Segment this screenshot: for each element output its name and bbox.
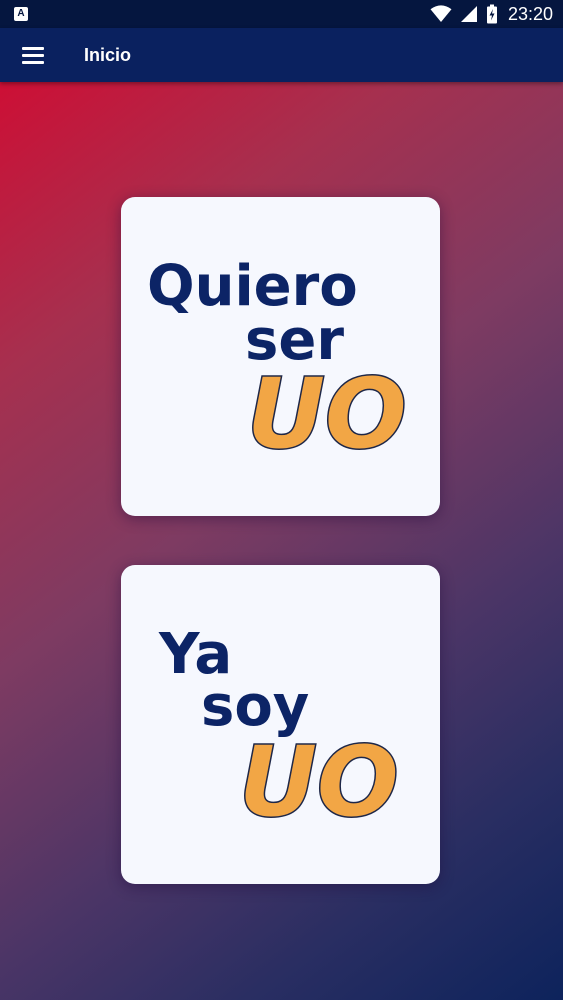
main-content: Quiero ser UO Ya soy UO (0, 82, 563, 1000)
quiero-ser-uo-card[interactable]: Quiero ser UO (121, 197, 440, 516)
status-bar: A 23:20 (0, 0, 563, 28)
status-time: 23:20 (507, 3, 553, 24)
cell-signal-icon (460, 6, 477, 22)
status-right: 23:20 (430, 0, 553, 28)
uo-logo-text: UO (247, 358, 407, 470)
menu-button[interactable] (12, 35, 52, 75)
app-bar: Inicio (0, 28, 563, 82)
ya-soy-uo-artwork: Ya soy UO (158, 622, 400, 840)
app-notification-icon: A (14, 7, 28, 21)
quiero-ser-uo-artwork: Quiero ser UO (147, 254, 408, 472)
ya-soy-uo-card[interactable]: Ya soy UO (121, 565, 440, 884)
wifi-icon (430, 5, 452, 22)
battery-icon (486, 4, 497, 24)
uo-logo-text: UO (239, 726, 399, 838)
page-title: Inicio (84, 45, 132, 65)
